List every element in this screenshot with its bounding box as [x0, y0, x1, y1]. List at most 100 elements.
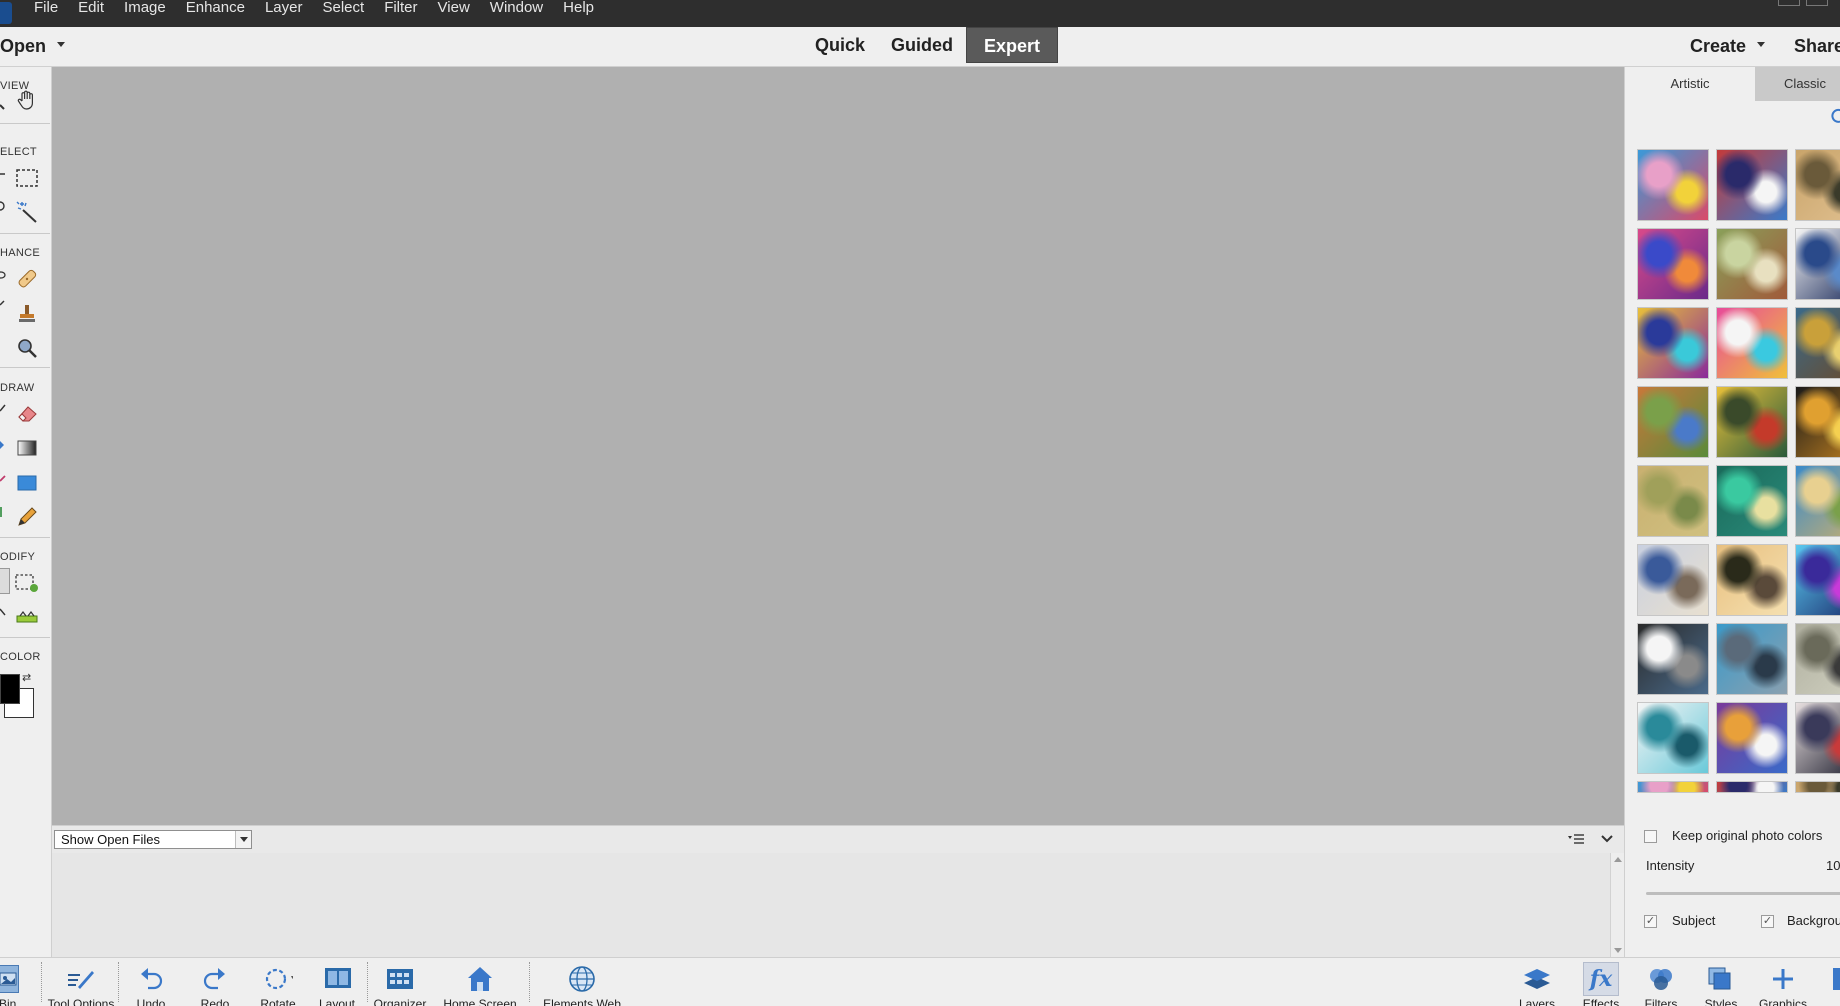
swap-colors-icon[interactable]: ⇄	[22, 672, 34, 684]
effect-thumbnail[interactable]	[1637, 702, 1709, 774]
organizer-button[interactable]: Organizer	[374, 958, 426, 1006]
canvas-workspace[interactable]	[52, 67, 1624, 825]
intensity-value[interactable]: 10	[1826, 858, 1840, 873]
menu-view[interactable]: View	[428, 0, 480, 16]
layout-button[interactable]: Layout	[318, 958, 356, 1006]
layers-button[interactable]: Layers	[1519, 958, 1555, 1006]
create-button[interactable]: Create	[1690, 36, 1746, 57]
paint-bucket-tool[interactable]	[0, 433, 6, 455]
zoom-tool[interactable]	[0, 91, 6, 113]
effect-thumbnail[interactable]	[1637, 228, 1709, 300]
red-eye-tool[interactable]	[0, 263, 6, 285]
styles-button[interactable]: Styles	[1703, 958, 1739, 1006]
magic-wand-tool[interactable]	[13, 198, 41, 226]
maximize-button[interactable]	[1806, 0, 1828, 6]
clone-stamp-tool[interactable]	[13, 300, 41, 328]
dropdown-arrow-icon[interactable]	[235, 831, 251, 848]
move-tool[interactable]	[0, 163, 6, 185]
effect-thumbnail[interactable]	[1716, 623, 1788, 695]
background-checkbox[interactable]: ✓	[1761, 915, 1774, 928]
effect-thumbnail[interactable]	[1795, 228, 1840, 300]
effect-thumbnail[interactable]	[1716, 544, 1788, 616]
effect-thumbnail[interactable]	[1637, 781, 1709, 793]
show-open-files-select[interactable]: Show Open Files	[54, 830, 252, 849]
menu-window[interactable]: Window	[480, 0, 553, 16]
photo-bin-button[interactable]: to Bin	[0, 958, 22, 1006]
effect-thumbnail[interactable]	[1795, 149, 1840, 221]
hand-tool[interactable]	[13, 86, 41, 114]
graphics-button[interactable]: Graphics	[1759, 958, 1807, 1006]
foreground-color-swatch[interactable]	[0, 674, 20, 704]
mode-quick[interactable]: Quick	[802, 27, 878, 63]
mode-expert[interactable]: Expert	[966, 27, 1059, 63]
lasso-tool[interactable]	[0, 195, 6, 217]
filters-button[interactable]: Filters	[1642, 958, 1680, 1006]
scroll-up-icon[interactable]	[1614, 857, 1622, 862]
crop-tool[interactable]	[0, 568, 10, 594]
brush-tool[interactable]	[0, 397, 6, 419]
open-dropdown-icon[interactable]	[57, 42, 65, 47]
undo-button[interactable]: Undo	[134, 958, 168, 1006]
eraser-tool[interactable]	[13, 399, 41, 427]
effect-thumbnail[interactable]	[1795, 386, 1840, 458]
effect-thumbnail[interactable]	[1716, 386, 1788, 458]
effect-thumbnail[interactable]	[1716, 781, 1788, 793]
menu-filter[interactable]: Filter	[374, 0, 427, 16]
effect-thumbnail[interactable]	[1637, 465, 1709, 537]
effect-thumbnail[interactable]	[1716, 307, 1788, 379]
refresh-icon[interactable]	[1829, 107, 1840, 125]
open-button[interactable]: Open	[0, 36, 46, 57]
intensity-slider[interactable]	[1646, 892, 1840, 895]
color-swatches[interactable]: ⇄	[0, 672, 34, 718]
effect-thumbnail[interactable]	[1795, 623, 1840, 695]
effect-thumbnail[interactable]	[1795, 544, 1840, 616]
scroll-down-icon[interactable]	[1614, 948, 1622, 953]
content-aware-move-tool[interactable]	[13, 602, 41, 630]
effect-thumbnail[interactable]	[1716, 465, 1788, 537]
effect-thumbnail[interactable]	[1716, 228, 1788, 300]
tab-classic[interactable]: Classic	[1755, 67, 1840, 101]
effect-thumbnail[interactable]	[1795, 465, 1840, 537]
smart-brush-tool[interactable]	[0, 299, 6, 321]
collapse-bin-icon[interactable]	[1600, 832, 1614, 846]
recompose-tool[interactable]	[13, 569, 41, 597]
menu-image[interactable]: Image	[114, 0, 176, 16]
shape-tool[interactable]	[13, 469, 41, 497]
mode-guided[interactable]: Guided	[878, 27, 966, 63]
gradient-tool[interactable]	[13, 434, 41, 462]
menu-edit[interactable]: Edit	[68, 0, 114, 16]
menu-help[interactable]: Help	[553, 0, 604, 16]
healing-brush-tool[interactable]	[13, 265, 41, 293]
menu-layer[interactable]: Layer	[255, 0, 313, 16]
redo-button[interactable]: Redo	[198, 958, 232, 1006]
effect-thumbnail[interactable]	[1716, 702, 1788, 774]
straighten-tool[interactable]	[0, 601, 6, 623]
type-tool[interactable]	[0, 501, 6, 523]
effect-thumbnail[interactable]	[1795, 307, 1840, 379]
keep-colors-checkbox[interactable]	[1644, 830, 1657, 843]
photo-bin-area[interactable]	[52, 853, 1624, 957]
marquee-tool[interactable]	[13, 164, 41, 192]
effect-thumbnail[interactable]	[1716, 149, 1788, 221]
bin-menu-icon[interactable]	[1567, 832, 1585, 846]
photo-bin-scrollbar[interactable]	[1610, 853, 1624, 957]
sponge-tool[interactable]	[13, 334, 41, 362]
menu-file[interactable]: File	[24, 0, 68, 16]
share-button[interactable]: Share	[1794, 36, 1840, 57]
home-screen-button[interactable]: Home Screen	[443, 958, 517, 1006]
tool-options-button[interactable]: Tool Options	[48, 958, 114, 1006]
elements-web-button[interactable]: Elements Web	[543, 958, 621, 1006]
effect-thumbnail[interactable]	[1637, 623, 1709, 695]
effect-thumbnail[interactable]	[1637, 386, 1709, 458]
effect-thumbnail[interactable]	[1795, 781, 1840, 793]
rotate-button[interactable]: Rotate	[258, 958, 298, 1006]
minimize-button[interactable]	[1778, 0, 1800, 6]
menu-enhance[interactable]: Enhance	[176, 0, 255, 16]
effect-thumbnail[interactable]	[1637, 149, 1709, 221]
tab-artistic[interactable]: Artistic	[1625, 67, 1755, 101]
create-dropdown-icon[interactable]	[1757, 42, 1765, 47]
pencil-tool[interactable]	[13, 503, 41, 531]
menu-select[interactable]: Select	[312, 0, 374, 16]
color-picker-tool[interactable]	[0, 467, 6, 489]
effect-thumbnail[interactable]	[1637, 544, 1709, 616]
